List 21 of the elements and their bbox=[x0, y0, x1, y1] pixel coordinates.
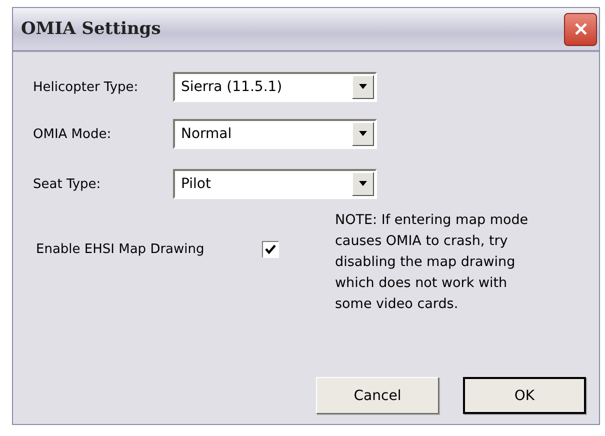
note-text: NOTE: If entering map mode causes OMIA to crash, try disabling the map drawing which does not work with some video cards. bbox=[335, 211, 530, 314]
dropdown[interactable]: Normal bbox=[173, 119, 377, 149]
field-label: OMIA Mode: bbox=[33, 126, 112, 142]
dialog-button[interactable]: OK bbox=[463, 377, 586, 414]
field-label: Seat Type: bbox=[33, 176, 102, 192]
close-button[interactable] bbox=[564, 12, 597, 46]
dialog-button[interactable]: Cancel bbox=[316, 377, 439, 414]
close-icon bbox=[574, 22, 588, 36]
dropdown-arrow-button[interactable] bbox=[352, 172, 374, 196]
dropdown[interactable]: Pilot bbox=[173, 169, 377, 199]
dropdown-arrow-button[interactable] bbox=[352, 122, 374, 146]
caret-icon bbox=[358, 84, 368, 90]
caret-icon bbox=[358, 181, 368, 187]
window-title: OMIA Settings bbox=[21, 19, 161, 39]
checkbox-label: Enable EHSI Map Drawing bbox=[36, 242, 206, 256]
dropdown-arrow-button[interactable] bbox=[352, 75, 374, 99]
field-label: Helicopter Type: bbox=[33, 80, 140, 94]
dropdown[interactable]: Sierra (11.5.1) bbox=[173, 72, 377, 102]
caret-icon bbox=[358, 131, 368, 137]
check-icon bbox=[265, 244, 276, 254]
checkbox[interactable] bbox=[262, 240, 279, 258]
